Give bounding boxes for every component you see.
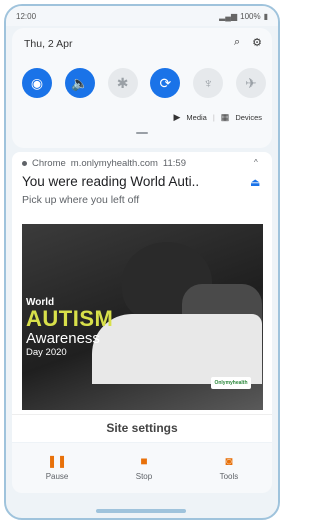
auto-rotate-tile[interactable]: ⟳	[150, 68, 181, 98]
quick-tiles: ◉ 🔈 ✱ ⟳ ♆ ✈	[22, 68, 266, 98]
bluetooth-icon: ✱	[116, 74, 129, 91]
pause-button[interactable]: ❚❚ Pause	[46, 455, 69, 481]
onlymyhealth-logo: Onlymyhealth	[211, 377, 251, 389]
devices-button[interactable]: Devices	[235, 113, 262, 122]
media-actions: ❚❚ Pause ■ Stop ◙ Tools	[12, 443, 272, 493]
camera-icon: ◙	[225, 454, 233, 468]
stop-label: Stop	[135, 472, 153, 481]
banner-day: Day 2020	[26, 346, 67, 358]
media-devices-row: ▶ Media | ▦ Devices	[173, 112, 262, 123]
wifi-tile[interactable]: ◉	[22, 68, 52, 98]
flashlight-icon: ♆	[202, 75, 214, 91]
pause-icon: ❚❚	[46, 454, 68, 468]
tools-button[interactable]: ◙ Tools	[220, 455, 239, 481]
app-name: Chrome	[32, 158, 66, 169]
divider: |	[212, 113, 215, 122]
speaker-icon: 🔈	[71, 74, 89, 91]
bluetooth-tile[interactable]: ✱	[107, 68, 138, 98]
domain: m.onlymyhealth.com	[70, 158, 158, 169]
phone-frame: 12:00 ▂▄▆ 100% ▮ Thu, 2 Apr ⌕ ⚙ ◉ 🔈 ✱ ⟳	[4, 4, 280, 520]
notification-time: 11:59	[162, 158, 186, 169]
stop-button[interactable]: ■ Stop	[136, 455, 152, 481]
grid-icon: ▦	[220, 112, 230, 122]
tools-label: Tools	[219, 472, 239, 481]
date-label: Thu, 2 Apr	[24, 38, 73, 50]
signal-icon: ▂▄▆	[219, 11, 238, 21]
notification-subtitle: Pick up where you left off	[22, 194, 140, 206]
chrome-icon	[22, 161, 27, 166]
battery-text: 100%	[240, 11, 261, 21]
flashlight-tile[interactable]: ♆	[193, 68, 224, 98]
pause-label: Pause	[45, 472, 69, 481]
gear-icon[interactable]: ⚙	[252, 36, 262, 49]
quick-settings-panel: Thu, 2 Apr ⌕ ⚙ ◉ 🔈 ✱ ⟳ ♆ ✈ ▶ Media | ▦ D…	[12, 28, 272, 148]
notification-title: You were reading World Auti..	[22, 174, 200, 189]
quick-settings-actions: ⌕ ⚙	[234, 36, 262, 49]
search-icon[interactable]: ⌕	[234, 36, 240, 49]
media-button[interactable]: Media	[186, 113, 206, 122]
airplane-tile[interactable]: ✈	[235, 68, 266, 98]
sound-tile[interactable]: 🔈	[64, 68, 95, 98]
site-settings-button[interactable]: Site settings	[12, 414, 272, 440]
airplane-icon: ✈	[245, 74, 257, 91]
banner-awareness: Awareness	[26, 329, 100, 347]
rotate-icon: ⟳	[159, 74, 172, 91]
chevron-up-icon[interactable]: ^	[254, 158, 258, 167]
status-bar: 12:00 ▂▄▆ 100% ▮	[6, 6, 278, 26]
notification-header: Chrome m.onlymyhealth.com 11:59 ^	[22, 158, 258, 169]
stop-icon: ■	[140, 454, 148, 468]
navigation-pill[interactable]	[96, 509, 186, 513]
download-icon: ⏏	[250, 177, 261, 189]
banner-autism: AUTISM	[26, 306, 114, 332]
banner-text: World AUTISM Awareness Day 2020	[26, 297, 114, 358]
play-icon: ▶	[173, 112, 181, 122]
table-shape	[92, 314, 262, 384]
drag-handle[interactable]	[136, 132, 148, 134]
article-image: World AUTISM Awareness Day 2020 Onlymyhe…	[22, 224, 263, 410]
battery-icon: ▮	[263, 11, 268, 21]
wifi-icon: ◉	[30, 74, 44, 91]
chrome-notification[interactable]: Chrome m.onlymyhealth.com 11:59 ^ You we…	[12, 152, 272, 442]
status-time: 12:00	[16, 11, 37, 21]
status-icons: ▂▄▆ 100% ▮	[219, 12, 268, 21]
